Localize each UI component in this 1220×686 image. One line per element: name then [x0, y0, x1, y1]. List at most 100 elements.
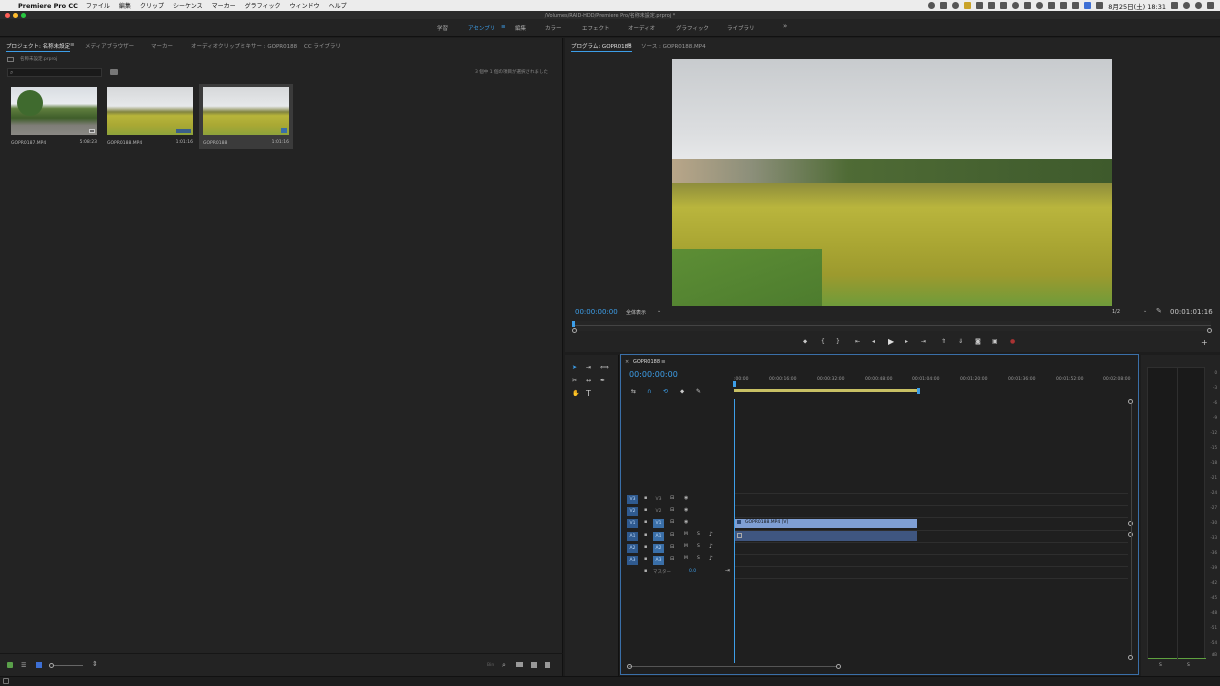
menubar-clock[interactable]: 8月25日(土) 18:31 [1108, 1, 1166, 11]
horizontal-zoom-handle-left[interactable] [627, 664, 632, 669]
voice-over-mic-icon[interactable]: ♪ [709, 531, 713, 538]
vertical-zoom-handle-bottom[interactable] [1128, 655, 1133, 660]
close-tab-icon[interactable]: × [625, 359, 629, 365]
solo-button[interactable]: S [697, 544, 700, 549]
menu-window[interactable]: ウィンドウ [290, 1, 320, 10]
work-area-bar[interactable] [734, 389, 919, 392]
linked-selection-icon[interactable]: ⟲ [663, 388, 668, 395]
mark-out-icon[interactable]: } [836, 338, 840, 345]
display-icon[interactable] [988, 2, 996, 9]
mute-button[interactable]: M [684, 544, 688, 549]
tab-media-browser[interactable]: メディアブラウザー [85, 42, 134, 50]
program-playhead-timecode[interactable]: 00:00:00:00 [575, 308, 618, 316]
menu-file[interactable]: ファイル [86, 1, 110, 10]
track-visibility-eye-icon[interactable]: ◉ [684, 519, 688, 525]
track-visibility-eye-icon[interactable]: ◉ [684, 507, 688, 513]
zoom-handle-left[interactable] [572, 328, 577, 333]
lift-icon[interactable]: ⇑ [941, 338, 946, 345]
input-source-icon[interactable] [1084, 2, 1092, 9]
master-volume-value[interactable]: 0.0 [689, 569, 696, 574]
slip-tool-icon[interactable]: ↔ [586, 377, 591, 384]
sync-lock-icon[interactable]: ⊟ [670, 532, 674, 538]
track-lock-icon[interactable]: ▪ [644, 519, 647, 525]
new-search-bin-icon[interactable] [110, 69, 118, 75]
app-name-menu[interactable]: Premiere Pro CC [18, 2, 78, 10]
pen-tool-icon[interactable]: ✒ [600, 377, 605, 384]
track-lock-icon[interactable]: ▪ [644, 568, 647, 574]
tab-sequence[interactable]: GOPR0188 [633, 359, 660, 365]
project-item-sequence-gopr0188[interactable]: GOPR0188 1:01:16 [199, 84, 293, 149]
workspace-overflow-button[interactable]: » [783, 22, 787, 30]
workspace-editing[interactable]: 編集 [515, 24, 526, 32]
workspace-menu-icon[interactable]: ≡ [501, 24, 506, 30]
wifi-icon[interactable] [1060, 2, 1068, 9]
spotlight-search-icon[interactable] [1183, 2, 1190, 9]
timeline-playhead-head[interactable] [733, 381, 736, 387]
voice-over-mic-icon[interactable]: ♪ [709, 555, 713, 562]
selection-tool-icon[interactable]: ➤ [572, 364, 577, 371]
workspace-graphics[interactable]: グラフィック [676, 24, 709, 32]
menu-graphics[interactable]: グラフィック [245, 1, 281, 10]
source-patch-v2[interactable]: V2 [627, 507, 638, 516]
timeline-playhead-line[interactable] [734, 399, 735, 663]
comparison-view-icon[interactable]: ▣ [992, 338, 998, 345]
workspace-audio[interactable]: オーディオ [628, 24, 655, 32]
step-forward-icon[interactable]: ▸ [905, 338, 908, 345]
track-lock-icon[interactable]: ▪ [644, 544, 647, 550]
cloud-icon[interactable] [940, 2, 948, 9]
project-item-gopr0187[interactable]: GOPR0187.MP4 5:08:23 [9, 87, 99, 149]
track-lock-icon[interactable]: ▪ [644, 556, 647, 562]
menu-sequence[interactable]: シーケンス [173, 1, 203, 10]
step-back-icon[interactable]: ◂ [872, 338, 875, 345]
new-item-icon[interactable] [531, 662, 537, 668]
track-target-a3[interactable]: A3 [653, 556, 664, 565]
solo-right-button[interactable]: S [1187, 663, 1190, 668]
play-icon[interactable]: ▶ [888, 337, 894, 346]
track-visibility-eye-icon[interactable]: ◉ [684, 495, 688, 501]
list-view-icon[interactable]: ☰ [21, 662, 26, 669]
tab-cc-libraries[interactable]: CC ライブラリ [304, 42, 341, 50]
snap-magnet-icon[interactable]: ∩ [647, 388, 651, 395]
program-video-frame[interactable] [672, 59, 1112, 306]
panel-menu-icon[interactable]: ≡ [627, 42, 632, 48]
thumbnail-size-slider[interactable] [49, 663, 83, 668]
timeline-marker-icon[interactable]: ⬥ [680, 388, 684, 396]
warning-icon[interactable] [964, 2, 972, 9]
icon-view-icon[interactable] [36, 662, 42, 668]
lock-icon[interactable] [1048, 2, 1056, 9]
workspace-effects[interactable]: エフェクト [582, 24, 610, 32]
tab-source[interactable]: ソース : GOPR0188.MP4 [641, 42, 706, 50]
mark-in-icon[interactable]: { [821, 338, 825, 345]
record-icon[interactable]: ● [1010, 338, 1015, 345]
mute-button[interactable]: M [684, 556, 688, 561]
button-editor-plus-icon[interactable]: + [1201, 338, 1208, 347]
razor-tool-icon[interactable]: ✂ [572, 377, 577, 384]
status-app-icon[interactable] [928, 2, 936, 9]
siri-icon[interactable] [1195, 2, 1202, 9]
track-target-v1[interactable]: V1 [653, 519, 664, 528]
playback-resolution-dropdown[interactable]: 1/2 [1112, 309, 1120, 315]
export-frame-camera-icon[interactable]: ◙ [975, 338, 981, 345]
grid-icon[interactable] [976, 2, 984, 9]
source-patch-a3[interactable]: A3 [627, 556, 638, 565]
user-icon[interactable] [1171, 2, 1178, 9]
eject-icon[interactable] [1072, 2, 1080, 9]
go-to-out-icon[interactable]: ⇥ [921, 338, 926, 345]
solo-button[interactable]: S [697, 556, 700, 561]
menu-edit[interactable]: 編集 [119, 1, 131, 10]
track-select-tool-icon[interactable]: ⇥ [586, 364, 591, 371]
zoom-fit-dropdown[interactable]: 全体表示 [626, 309, 646, 316]
panel-menu-icon[interactable]: ≡ [70, 42, 75, 48]
track-lock-icon[interactable]: ▪ [644, 507, 647, 513]
mute-button[interactable]: M [684, 532, 688, 537]
tab-markers[interactable]: マーカー [151, 42, 173, 50]
tool-icon[interactable] [1000, 2, 1008, 9]
notification-center-icon[interactable] [1207, 2, 1214, 9]
workspace-assembly[interactable]: アセンブリ [468, 24, 495, 32]
project-item-gopr0188-mp4[interactable]: GOPR0188.MP4 1:01:16 [105, 87, 195, 149]
sort-icon[interactable]: ⇕ [92, 660, 98, 668]
status-bar-icon[interactable] [3, 678, 9, 684]
moon-icon[interactable] [1012, 2, 1020, 9]
menu-help[interactable]: ヘルプ [329, 1, 347, 10]
project-search-input[interactable]: ⌕ [7, 68, 102, 77]
